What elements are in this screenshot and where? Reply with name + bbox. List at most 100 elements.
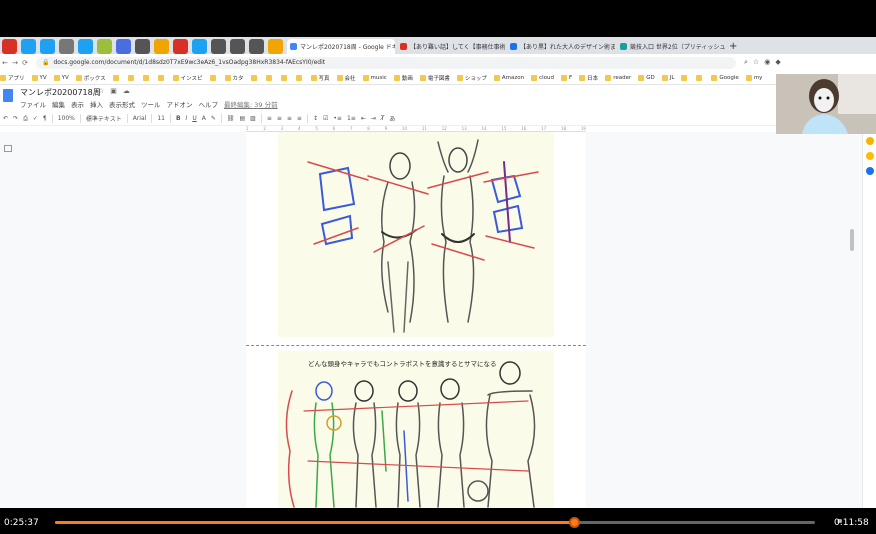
bookmark-item[interactable]: Google [711,74,739,81]
italic-icon[interactable]: I [186,115,188,122]
pinned-tab-icon[interactable] [97,39,112,54]
bookmark-item[interactable]: JL [661,74,674,81]
underline-icon[interactable]: U [192,115,196,122]
bullet-list-icon[interactable]: •≡ [333,115,342,122]
document-title[interactable]: マンレポ20200718周 [20,87,101,98]
calendar-icon[interactable] [865,152,874,160]
bookmark-item[interactable]: インスピ [172,74,203,82]
back-icon[interactable]: ← [0,59,10,67]
numbered-list-icon[interactable]: 1≡ [347,115,356,122]
bookmark-item[interactable] [127,74,136,81]
page-scrollbar[interactable] [850,229,854,251]
figure-sketch-image-1[interactable] [278,132,554,337]
bookmark-item[interactable] [681,74,689,81]
bookmark-item[interactable] [157,74,166,81]
outdent-icon[interactable]: ⇥ [371,115,376,122]
extension-icon[interactable]: ◆ [775,58,780,67]
pinned-tab-icon[interactable] [230,39,245,54]
menu-item[interactable]: ツール [141,99,161,109]
browser-tab[interactable]: マンレポ2020718周 - Google ドキ× [287,39,395,54]
line-spacing-icon[interactable]: ↕ [313,115,318,122]
figure-sketch-image-2[interactable]: どんな頭身やキャラでもコントラポストを意識するとサマになる [278,351,554,508]
star-icon[interactable]: ☆ [98,87,104,95]
browser-tab[interactable]: 【あり黒】れた大人のデザイン術まで× [507,39,615,54]
bookmark-item[interactable]: F [561,74,572,81]
browser-tab[interactable]: 競技入口 世界2位（プリティッシュ× [617,39,725,54]
clear-format-icon[interactable]: T̸ [381,115,385,122]
bookmark-item[interactable]: cloud [531,74,554,81]
pinned-tab-icon[interactable] [135,39,150,54]
document-page[interactable]: どんな頭身やキャラでもコントラポストを意識するとサマになる [246,132,586,508]
bookmark-item[interactable]: music [362,74,387,81]
search-icon[interactable]: ⌕ [744,58,748,67]
bookmark-item[interactable]: 電子図書 [419,74,450,82]
pinned-tab-icon[interactable] [116,39,131,54]
font-select[interactable]: Arial [133,115,147,122]
star-icon[interactable]: ☆ [753,58,759,67]
pinned-tab-icon[interactable] [173,39,188,54]
bookmark-item[interactable]: カタ [224,74,244,82]
paint-format-icon[interactable]: ¶ [43,115,47,122]
image-icon[interactable]: ▨ [250,115,256,122]
reload-icon[interactable]: ⟳ [20,59,30,67]
link-icon[interactable]: ⛓ [227,115,235,122]
docs-logo-icon[interactable] [3,89,13,102]
redo-icon[interactable]: ↷ [13,115,18,122]
bold-icon[interactable]: B [176,115,181,122]
pinned-tab-icon[interactable] [2,39,17,54]
spellcheck-icon[interactable]: ✓ [33,115,38,122]
text-color-icon[interactable]: A [202,115,206,122]
menu-item[interactable]: ヘルプ [199,99,219,109]
pinned-tab-icon[interactable] [59,39,74,54]
menu-item[interactable]: 最終編集: 39 分前 [224,99,278,109]
bookmark-item[interactable]: 写真 [310,74,330,82]
pinned-tab-icon[interactable] [78,39,93,54]
justify-icon[interactable]: ≡ [297,115,302,122]
bookmark-item[interactable] [280,74,289,81]
menu-item[interactable]: 挿入 [90,99,103,109]
undo-icon[interactable]: ↶ [3,115,8,122]
align-center-icon[interactable]: ≡ [277,115,282,122]
cloud-icon[interactable]: ☁ [123,87,130,95]
bookmark-item[interactable] [250,74,259,81]
menu-item[interactable]: ファイル [20,99,46,109]
bookmark-item[interactable]: 動画 [393,74,413,82]
bookmark-item[interactable]: Amazon [493,74,524,81]
bookmark-item[interactable] [696,74,704,81]
bookmark-item[interactable]: YV [31,74,47,81]
new-tab-icon[interactable]: + [729,39,737,54]
progress-handle[interactable] [569,517,581,528]
menu-item[interactable]: アドオン [167,99,193,109]
bookmark-item[interactable]: my [745,74,762,81]
pinned-tab-icon[interactable] [40,39,55,54]
document-outline-icon[interactable] [4,145,12,152]
style-select[interactable]: 標準テキスト [86,114,122,123]
comment-icon[interactable]: ▤ [239,115,245,122]
address-bar[interactable]: 🔒 docs.google.com/document/d/1d8sdz0T7xE… [36,56,736,69]
bookmark-item[interactable] [112,74,121,81]
print-icon[interactable]: ⎙ [23,115,28,123]
bookmark-item[interactable]: 日本 [579,74,598,82]
checklist-icon[interactable]: ☑ [323,115,328,122]
font-size-select[interactable]: 11 [157,115,165,122]
pinned-tab-icon[interactable] [268,39,283,54]
menu-item[interactable]: 表示 [71,99,84,109]
menu-item[interactable]: 表示形式 [109,99,135,109]
bookmark-item[interactable] [295,74,304,81]
bookmark-item[interactable]: GD [638,74,655,81]
move-folder-icon[interactable]: ▣ [110,87,117,95]
bookmark-item[interactable]: ポックス [75,74,106,82]
bookmark-item[interactable]: 会社 [336,74,356,82]
pinned-tab-icon[interactable] [249,39,264,54]
bookmark-item[interactable] [265,74,274,81]
pinned-tab-icon[interactable] [154,39,169,54]
zoom-select[interactable]: 100% [58,115,75,122]
bookmark-item[interactable]: ショップ [456,74,487,82]
pinned-tab-icon[interactable] [211,39,226,54]
align-left-icon[interactable]: ≡ [267,115,272,122]
bookmark-item[interactable]: アプリ [0,74,25,82]
menu-item[interactable]: 編集 [52,99,65,109]
bookmark-item[interactable] [209,74,218,81]
align-right-icon[interactable]: ≡ [287,115,292,122]
progress-bar[interactable]: ▪ [55,516,842,528]
